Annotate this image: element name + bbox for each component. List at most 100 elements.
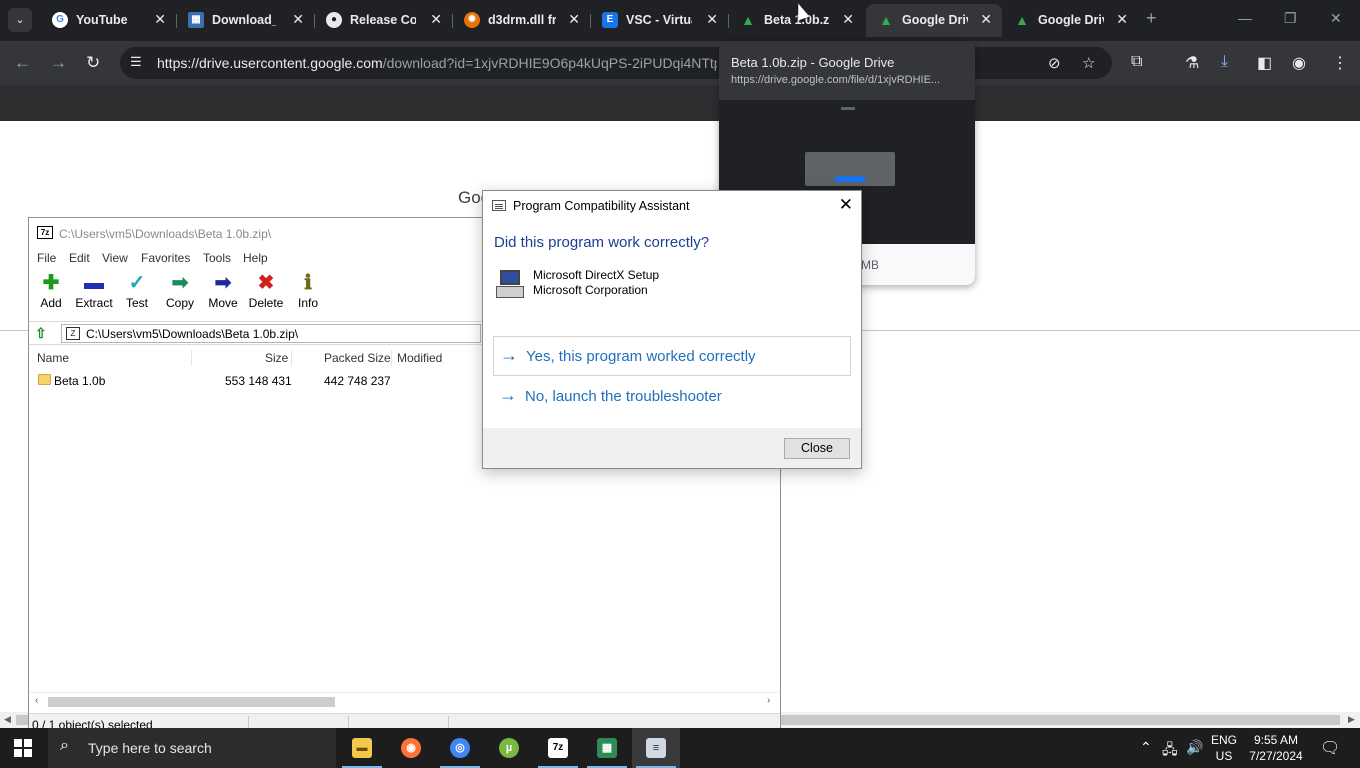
- move-button[interactable]: ➡ Move: [201, 271, 245, 317]
- network-icon[interactable]: 🖧: [1162, 739, 1178, 763]
- close-window-icon[interactable]: ✕: [1330, 10, 1342, 27]
- tab-close-icon[interactable]: ✕: [568, 11, 580, 28]
- forward-icon[interactable]: →: [50, 53, 67, 73]
- scroll-thumb[interactable]: [48, 697, 335, 707]
- tab-vsc[interactable]: E VSC - Virtua ✕: [590, 4, 729, 37]
- tab-close-icon[interactable]: ✕: [706, 11, 718, 28]
- add-button[interactable]: ✚ Add: [29, 271, 73, 317]
- taskbar-firefox[interactable]: ◉: [387, 728, 435, 768]
- menu-edit[interactable]: Edit: [69, 251, 90, 265]
- tab-close-icon[interactable]: ✕: [154, 11, 166, 28]
- copy-button[interactable]: ➡ Copy: [158, 271, 202, 317]
- eye-off-icon[interactable]: ⊘: [1048, 54, 1061, 72]
- tab-d3drm[interactable]: ✹ d3drm.dll fr ✕: [452, 4, 591, 37]
- taskbar-gpu-tool[interactable]: ▦: [583, 728, 631, 768]
- browser-toolbar: ← → ↻ ☰ https://drive.usercontent.google…: [0, 41, 1360, 85]
- info-label: Info: [297, 296, 318, 310]
- menu-help[interactable]: Help: [243, 251, 268, 265]
- tab-close-icon[interactable]: ✕: [430, 11, 442, 28]
- test-button[interactable]: ✓ Test: [115, 271, 159, 317]
- menu-tools[interactable]: Tools: [203, 251, 231, 265]
- move-arrow-icon: ➡: [214, 272, 232, 294]
- extract-button[interactable]: ▬ Extract: [72, 271, 116, 317]
- tab-download[interactable]: ▦ Download_C ✕: [176, 4, 315, 37]
- compatibility-assistant-icon: ≡: [646, 738, 666, 758]
- new-tab-icon[interactable]: +: [1146, 8, 1157, 29]
- close-button[interactable]: Close: [784, 438, 850, 459]
- tab-close-icon[interactable]: ✕: [842, 11, 854, 28]
- scroll-left-icon[interactable]: ‹: [35, 695, 38, 706]
- launch-troubleshooter-option[interactable]: → No, launch the troubleshooter: [493, 377, 851, 417]
- tab-release[interactable]: ● Release Con ✕: [314, 4, 453, 37]
- taskbar-utorrent[interactable]: µ: [485, 728, 533, 768]
- scroll-right-icon[interactable]: ▶: [1348, 714, 1355, 725]
- tab-close-icon[interactable]: ✕: [1116, 11, 1128, 28]
- add-label: Add: [40, 296, 62, 310]
- bookmark-star-icon[interactable]: ☆: [1082, 54, 1095, 72]
- column-packed-size[interactable]: Packed Size: [324, 351, 391, 365]
- tab-google-drive-active[interactable]: ▲ Google Driv ✕: [866, 4, 1002, 37]
- windows-taskbar: ⌕ Type here to search ▬ ◉ ◎ µ 7z ▦ ≡ ⌃ 🖧…: [0, 728, 1360, 768]
- column-modified[interactable]: Modified: [397, 351, 442, 365]
- tab-close-icon[interactable]: ✕: [292, 11, 304, 28]
- program-name: Microsoft DirectX Setup: [533, 268, 660, 282]
- column-separator[interactable]: [291, 350, 292, 366]
- scroll-left-icon[interactable]: ◀: [4, 714, 11, 725]
- menu-view[interactable]: View: [102, 251, 128, 265]
- tab-search-button[interactable]: ⌄: [8, 8, 32, 32]
- program-publisher: Microsoft Corporation: [533, 283, 648, 297]
- info-button[interactable]: ℹ Info: [286, 271, 330, 317]
- minimize-icon[interactable]: —: [1238, 10, 1252, 26]
- taskbar-file-explorer[interactable]: ▬: [338, 728, 386, 768]
- delete-button[interactable]: ✖ Delete: [244, 271, 288, 317]
- taskbar-program-compatibility[interactable]: ≡: [632, 728, 680, 768]
- dialog-close-icon[interactable]: ✕: [839, 195, 853, 215]
- scroll-right-icon[interactable]: ›: [767, 695, 770, 706]
- row-size: 553 148 431: [225, 374, 292, 388]
- side-panel-icon[interactable]: ◧: [1257, 53, 1272, 73]
- labs-flask-icon[interactable]: ⚗: [1185, 53, 1199, 73]
- menu-file[interactable]: File: [37, 251, 56, 265]
- restore-icon[interactable]: ❐: [1284, 10, 1297, 27]
- reload-icon[interactable]: ↻: [86, 53, 100, 73]
- notification-center-icon[interactable]: 🗨: [1320, 738, 1340, 758]
- taskbar-clock[interactable]: 9:55 AM 7/27/2024: [1247, 732, 1305, 764]
- tab-youtube[interactable]: G YouTube ✕: [40, 4, 177, 37]
- tab-title: VSC - Virtua: [626, 13, 692, 27]
- address-url: https://drive.usercontent.google.com/dow…: [157, 55, 717, 71]
- menu-favorites[interactable]: Favorites: [141, 251, 190, 265]
- extensions-icon[interactable]: ⧉: [1131, 53, 1142, 71]
- chevron-up-icon[interactable]: ⌃: [1140, 739, 1152, 756]
- clock-date: 7/27/2024: [1249, 749, 1303, 763]
- delete-x-icon: ✖: [257, 272, 275, 294]
- volume-icon[interactable]: 🔊: [1186, 739, 1203, 756]
- column-separator[interactable]: [191, 350, 192, 366]
- site-info-icon[interactable]: ☰: [130, 54, 142, 70]
- column-size[interactable]: Size: [265, 351, 288, 365]
- column-name[interactable]: Name: [37, 351, 69, 365]
- monitor-shape: [500, 270, 520, 285]
- sevenzip-horizontal-scrollbar[interactable]: ‹ ›: [29, 692, 780, 709]
- keyboard-layout: US: [1215, 749, 1233, 763]
- hover-card-size: MB: [861, 258, 879, 272]
- language-indicator[interactable]: ENG US: [1211, 732, 1237, 764]
- tab-close-icon[interactable]: ✕: [980, 11, 992, 28]
- worked-correctly-option[interactable]: → Yes, this program worked correctly: [493, 336, 851, 376]
- dialog-titlebar[interactable]: Program Compatibility Assistant ✕: [483, 191, 861, 221]
- taskbar-7zip[interactable]: 7z: [534, 728, 582, 768]
- taskbar-search-box[interactable]: ⌕ Type here to search: [48, 728, 336, 768]
- worked-correctly-label: Yes, this program worked correctly: [526, 348, 756, 365]
- back-icon[interactable]: ←: [14, 53, 31, 73]
- up-folder-icon[interactable]: ⇧: [35, 325, 47, 342]
- info-icon: ℹ: [304, 272, 312, 294]
- download-icon[interactable]: ⤓: [1221, 53, 1228, 71]
- tab-google-drive[interactable]: ▲ Google Driv ✕: [1002, 4, 1138, 37]
- column-separator[interactable]: [391, 350, 392, 366]
- google-drive-icon: ▲: [741, 12, 755, 28]
- check-icon: ✓: [128, 272, 146, 294]
- address-field[interactable]: Z C:\Users\vm5\Downloads\Beta 1.0b.zip\: [61, 324, 481, 343]
- profile-avatar-icon[interactable]: ◉: [1292, 53, 1306, 73]
- taskbar-chrome[interactable]: ◎: [436, 728, 484, 768]
- menu-kebab-icon[interactable]: ⋮: [1332, 53, 1348, 73]
- windows-start-icon[interactable]: [14, 739, 32, 757]
